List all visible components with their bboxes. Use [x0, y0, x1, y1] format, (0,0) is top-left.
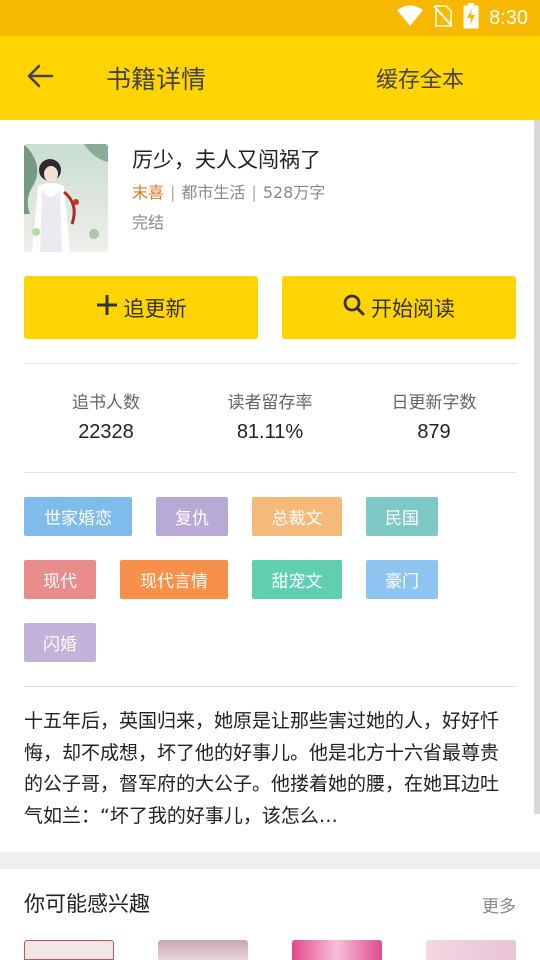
tag[interactable]: 民国 [366, 497, 438, 536]
back-button[interactable] [18, 58, 62, 98]
status-icons: 8:30 [397, 3, 528, 33]
book-category: 都市生活 [181, 183, 246, 202]
more-link[interactable]: 更多 [482, 892, 516, 917]
section-separator [0, 852, 540, 869]
book-cover[interactable] [24, 144, 108, 252]
follow-update-label: 追更新 [123, 296, 187, 321]
stat-label: 日更新字数 [391, 393, 477, 413]
book-meta: 末喜 | 都市生活 | 528万字 [132, 179, 325, 203]
author-link[interactable]: 末喜 [132, 183, 164, 202]
tag[interactable]: 现代言情 [120, 560, 228, 599]
start-reading-label: 开始阅读 [371, 296, 455, 321]
tag[interactable]: 世家婚恋 [24, 497, 132, 536]
separator: | [170, 183, 176, 202]
separator: | [251, 183, 257, 202]
status-bar: 8:30 [0, 0, 540, 36]
recommend-book-cover[interactable] [158, 940, 248, 960]
book-info: 厉少，夫人又闯祸了 末喜 | 都市生活 | 528万字 完结 [24, 144, 516, 252]
divider [24, 472, 516, 473]
scrollbar[interactable] [534, 120, 540, 814]
stat-retention: 读者留存率 81.11% [188, 388, 352, 444]
tag[interactable]: 现代 [24, 560, 96, 599]
book-title: 厉少，夫人又闯祸了 [132, 148, 321, 172]
stat-value: 81.11% [236, 421, 304, 443]
app-bar: 书籍详情 缓存全本 [0, 36, 540, 120]
stat-daily-words: 日更新字数 879 [352, 388, 516, 444]
divider [24, 363, 516, 364]
stat-label: 读者留存率 [227, 393, 313, 413]
search-icon [343, 294, 365, 321]
stat-followers: 追书人数 22328 [24, 388, 188, 444]
book-status: 完结 [132, 213, 165, 232]
page-title: 书籍详情 [106, 65, 207, 94]
status-time: 8:30 [489, 6, 528, 29]
battery-charging-icon [463, 3, 479, 33]
recommend-title: 你可能感兴趣 [24, 892, 150, 916]
tag[interactable]: 闪婚 [24, 623, 96, 662]
tag[interactable]: 甜宠文 [252, 560, 342, 599]
stat-value: 879 [417, 421, 451, 443]
word-count: 528万字 [262, 183, 326, 202]
follow-update-button[interactable]: 追更新 [24, 276, 258, 339]
plus-icon [96, 294, 118, 321]
divider [24, 686, 516, 687]
start-reading-button[interactable]: 开始阅读 [282, 276, 516, 339]
tag[interactable]: 复仇 [156, 497, 228, 536]
tag[interactable]: 豪门 [366, 560, 438, 599]
recommend-book-cover[interactable] [24, 940, 114, 960]
recommend-book-cover[interactable] [426, 940, 516, 960]
cache-all-button[interactable]: 缓存全本 [376, 62, 464, 94]
tag[interactable]: 总裁文 [252, 497, 342, 536]
no-sim-icon [433, 4, 453, 32]
stat-label: 追书人数 [72, 393, 140, 413]
wifi-icon [397, 5, 424, 31]
stat-value: 22328 [78, 421, 134, 443]
book-synopsis[interactable]: 十五年后，英国归来，她原是让那些害过她的人，好好忏悔，却不成想，坏了他的好事儿。… [24, 706, 516, 832]
arrow-left-icon [26, 64, 54, 92]
recommend-book-cover[interactable] [292, 940, 382, 960]
